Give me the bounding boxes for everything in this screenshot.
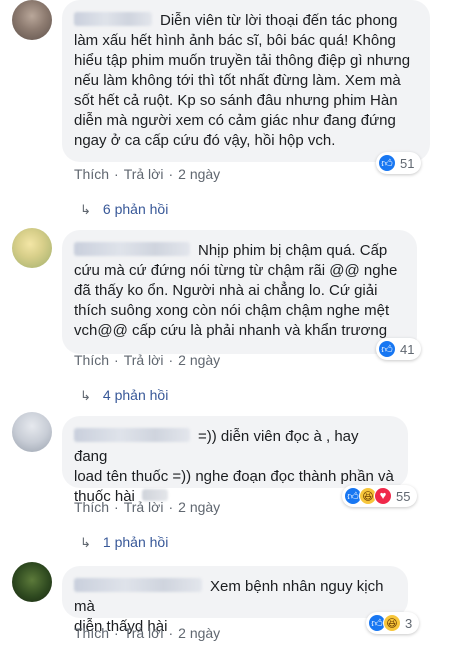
timestamp[interactable]: 2 ngày (178, 625, 220, 641)
avatar[interactable] (12, 562, 52, 602)
thumbs-up-icon: 👍︎ (378, 340, 396, 358)
view-replies-link[interactable]: ↳ 6 phản hồi (80, 201, 168, 218)
comment-actions: Thích · Trả lời · 2 ngày (74, 625, 221, 641)
comment-text-line: ngay ở ca cấp cứu đó vậy, hồi hộp vch. (74, 132, 336, 149)
comment-text-line: làm xấu hết hình ảnh bác sĩ, bôi bác quá… (74, 32, 396, 49)
timestamp[interactable]: 2 ngày (178, 166, 220, 182)
comment-text-line: load tên thuốc =)) nghe đoạn đọc thành p… (74, 468, 394, 485)
timestamp[interactable]: 2 ngày (178, 352, 220, 368)
comment-text-line: thích suông xong còn nói chậm chậm nghe … (74, 302, 390, 319)
comment-bubble: Diễn viên từ lời thoại đến tác phong làm… (62, 0, 430, 162)
like-link[interactable]: Thích (74, 499, 109, 515)
reaction-summary[interactable]: 👍︎ 😆︎ 3 (366, 612, 420, 634)
like-link[interactable]: Thích (74, 352, 109, 368)
comment-bubble: Xem bệnh nhân nguy kịch mà diễn thấyd hà… (62, 566, 408, 635)
comment-3: =)) diễn viên đọc à , hay đang load tên … (0, 412, 454, 562)
reply-arrow-icon: ↳ (80, 535, 91, 550)
comment-text-line: Nhịp phim bị chậm quá. Cấp (198, 242, 388, 259)
avatar[interactable] (12, 0, 52, 40)
comment-actions: Thích · Trả lời · 2 ngày (74, 352, 221, 368)
reply-arrow-icon: ↳ (80, 202, 91, 217)
comment-bubble: =)) diễn viên đọc à , hay đang load tên … (62, 416, 408, 505)
laughing-face-icon: 😆︎ (383, 614, 401, 632)
comment-actions: Thích · Trả lời · 2 ngày (74, 166, 221, 182)
comment-text-line: sốt hết cả ruột. Kp so sánh đâu nhưng ph… (74, 92, 398, 109)
reply-link[interactable]: Trả lời (124, 166, 164, 182)
comment-actions: Thích · Trả lời · 2 ngày (74, 499, 221, 515)
comment-4: Xem bệnh nhân nguy kịch mà diễn thấyd hà… (0, 562, 454, 652)
commenter-name[interactable] (74, 578, 202, 592)
reaction-count: 55 (396, 488, 411, 504)
avatar[interactable] (12, 228, 52, 268)
like-link[interactable]: Thích (74, 625, 109, 641)
reaction-count: 51 (400, 155, 415, 171)
reply-link[interactable]: Trả lời (124, 625, 164, 641)
reaction-count: 3 (405, 615, 413, 631)
commenter-name[interactable] (74, 242, 190, 256)
reaction-summary[interactable]: 👍︎ 51 (376, 152, 422, 174)
like-link[interactable]: Thích (74, 166, 109, 182)
commenter-name[interactable] (74, 12, 152, 26)
reply-link[interactable]: Trả lời (124, 499, 164, 515)
reply-link[interactable]: Trả lời (124, 352, 164, 368)
comment-1: Diễn viên từ lời thoại đến tác phong làm… (0, 0, 454, 217)
commenter-name[interactable] (74, 428, 190, 442)
comment-bubble: Nhịp phim bị chậm quá. Cấp cứu mà cứ đứn… (62, 230, 417, 354)
view-replies-link[interactable]: ↳ 4 phản hồi (80, 387, 168, 404)
comment-text-line: diễn mà người xem có cảm giác như đang đ… (74, 112, 396, 129)
comment-text-line: vch@@ cấp cứu là phải nhanh và khẩn trươ… (74, 322, 388, 339)
reaction-summary[interactable]: 👍︎ 😆︎ ♥ 55 (342, 485, 418, 507)
timestamp[interactable]: 2 ngày (178, 499, 220, 515)
comment-2: Nhịp phim bị chậm quá. Cấp cứu mà cứ đứn… (0, 226, 454, 426)
reply-arrow-icon: ↳ (80, 388, 91, 403)
comment-text-line: Diễn viên từ lời thoại đến tác phong (160, 12, 398, 29)
reaction-count: 41 (400, 341, 415, 357)
heart-icon: ♥ (374, 487, 392, 505)
replies-count-label: 1 phản hồi (102, 534, 169, 550)
comment-text-line: cứu mà cứ đứng nói từng từ chậm rãi @@ n… (74, 262, 398, 279)
view-replies-link[interactable]: ↳ 1 phản hồi (80, 534, 168, 551)
replies-count-label: 4 phản hồi (102, 387, 169, 403)
avatar[interactable] (12, 412, 52, 452)
thumbs-up-icon: 👍︎ (378, 154, 396, 172)
comment-text-line: đã thấy ko ổn. Người nhà ai chẳng lo. Cứ… (74, 282, 378, 299)
comment-text-line: hiểu tập phim muốn truyền tải thông điệp… (74, 52, 411, 69)
reaction-summary[interactable]: 👍︎ 41 (376, 338, 422, 360)
replies-count-label: 6 phản hồi (102, 201, 169, 217)
comment-text-line: nếu làm không tới thì tốt nhất đừng làm.… (74, 72, 401, 89)
